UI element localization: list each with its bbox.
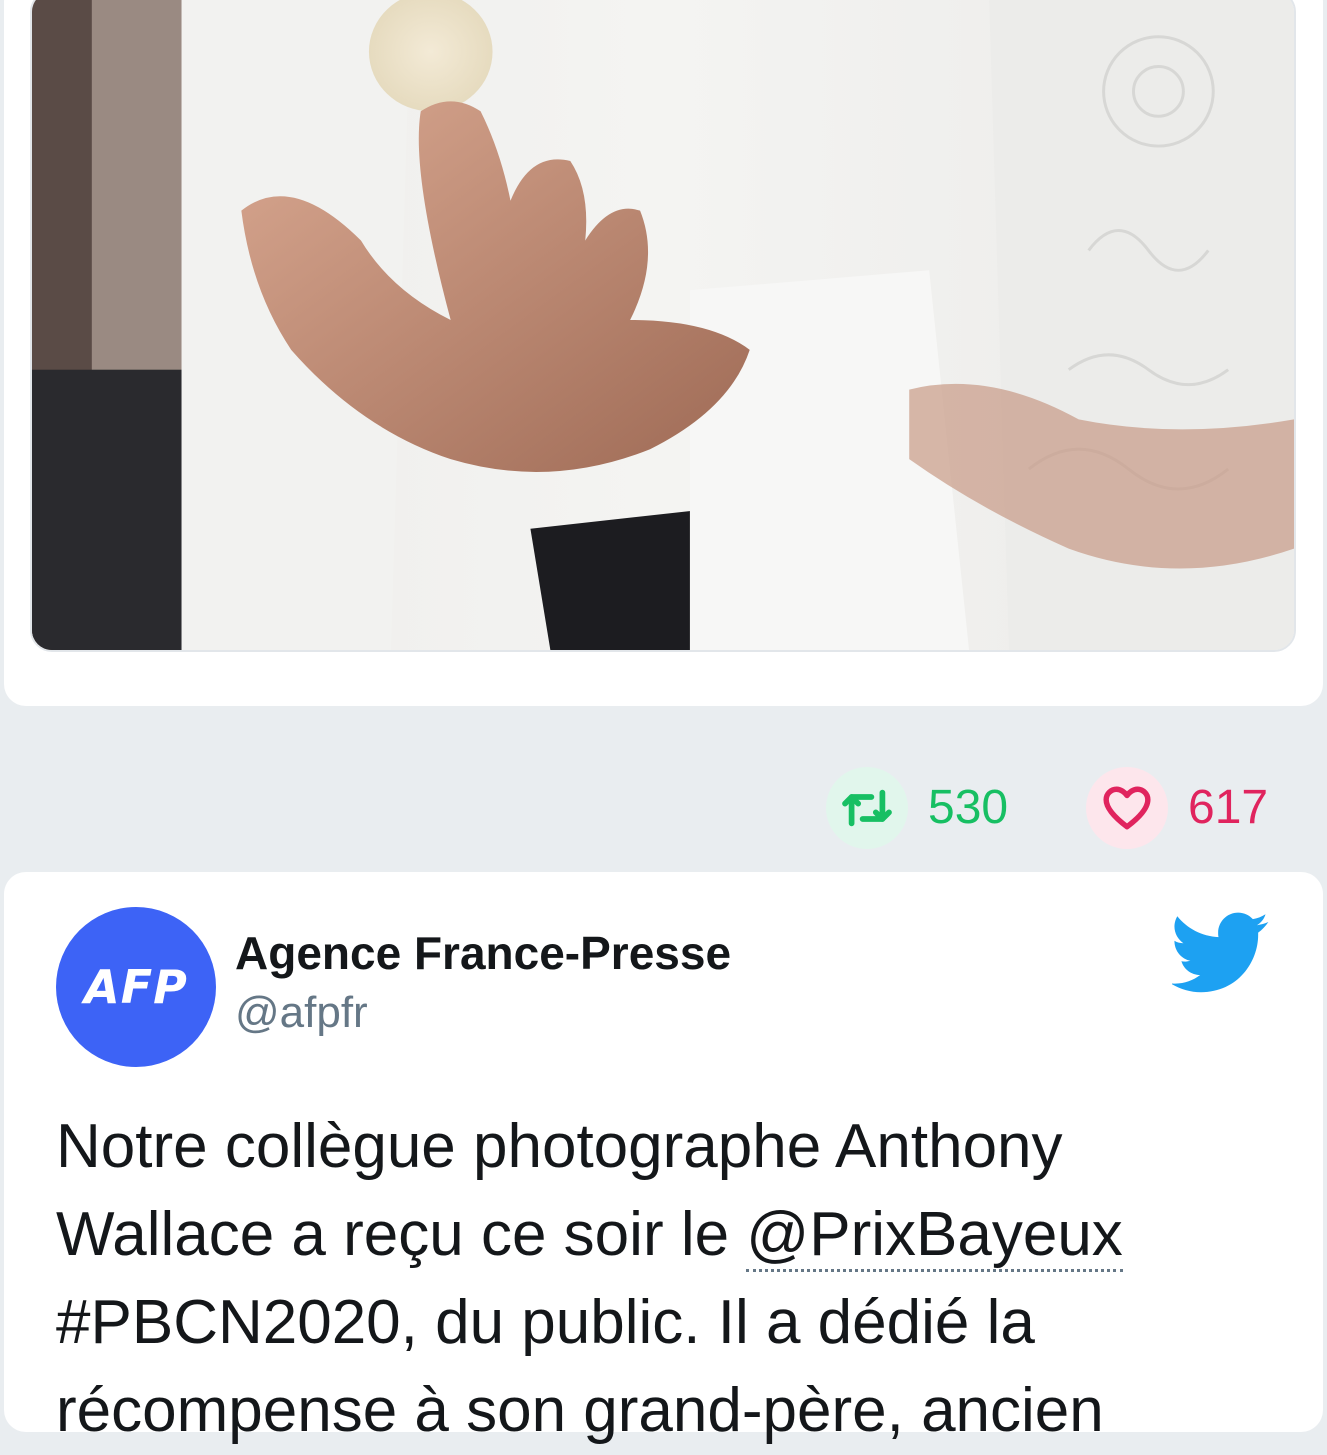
- like-count: 617: [1188, 781, 1269, 834]
- mention-link[interactable]: @PrixBayeux: [746, 1200, 1123, 1272]
- communion-photo-image: [32, 0, 1294, 650]
- tweet-photo[interactable]: [30, 0, 1296, 652]
- twitter-bird-icon[interactable]: [1170, 912, 1270, 994]
- tweet-actions: 530 617: [0, 767, 1327, 849]
- tweet-text-part2: #PBCN2020, du public. Il a dédié la réco…: [56, 1288, 1104, 1445]
- heart-icon: [1086, 767, 1168, 849]
- retweet-button[interactable]: 530: [826, 767, 1008, 849]
- retweet-count: 530: [928, 781, 1009, 834]
- avatar[interactable]: AFP: [56, 907, 216, 1067]
- tweet-text: Notre collègue photographe Anthony Walla…: [56, 1103, 1286, 1455]
- author-handle[interactable]: @afpfr: [235, 988, 368, 1038]
- avatar-logo-text: AFP: [84, 960, 188, 1014]
- author-name[interactable]: Agence France-Presse: [235, 926, 731, 980]
- like-button[interactable]: 617: [1086, 767, 1268, 849]
- retweet-icon: [826, 767, 908, 849]
